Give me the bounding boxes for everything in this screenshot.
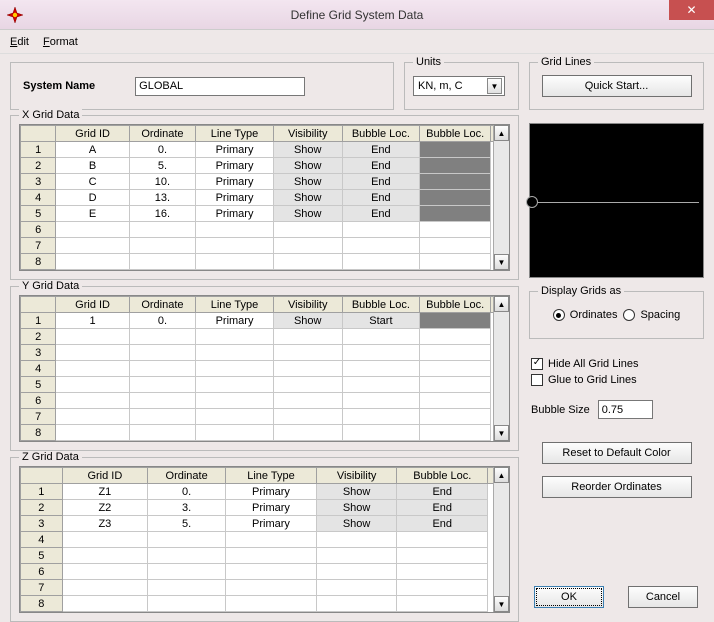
table-row[interactable]: 7 <box>21 580 509 596</box>
table-row[interactable]: 4 <box>21 361 509 377</box>
x-grid-table[interactable]: Grid IDOrdinateLine TypeVisibilityBubble… <box>20 125 509 270</box>
hide-all-label: Hide All Grid Lines <box>548 358 639 370</box>
units-select[interactable]: KN, m, C ▼ <box>413 76 505 96</box>
table-row[interactable]: 7 <box>21 409 509 425</box>
table-row[interactable]: 4D13.PrimaryShowEnd <box>21 190 509 206</box>
table-row[interactable]: 2Z23.PrimaryShowEnd <box>21 500 509 516</box>
dropdown-arrow-icon: ▼ <box>487 78 502 94</box>
table-row[interactable]: 8 <box>21 425 509 441</box>
z-grid-scrollbar[interactable]: ▲ ▼ <box>493 467 509 612</box>
table-row[interactable]: 7 <box>21 238 509 254</box>
table-row[interactable]: 110.PrimaryShowStart <box>21 313 509 329</box>
table-row[interactable]: 3C10.PrimaryShowEnd <box>21 174 509 190</box>
z-grid-legend: Z Grid Data <box>19 451 82 463</box>
y-grid-table-wrap: Grid IDOrdinateLine TypeVisibilityBubble… <box>19 295 510 442</box>
table-row[interactable]: 8 <box>21 254 509 270</box>
table-row[interactable]: 3 <box>21 345 509 361</box>
scroll-up-icon[interactable]: ▲ <box>494 125 509 141</box>
z-grid-table[interactable]: Grid IDOrdinateLine TypeVisibilityBubble… <box>20 467 509 612</box>
z-grid-table-wrap: Grid IDOrdinateLine TypeVisibilityBubble… <box>19 466 510 613</box>
reset-color-button[interactable]: Reset to Default Color <box>542 442 692 464</box>
scroll-down-icon[interactable]: ▼ <box>494 596 509 612</box>
table-row[interactable]: 1Z10.PrimaryShowEnd <box>21 484 509 500</box>
radio-ordinates[interactable]: Ordinates <box>553 309 618 321</box>
cancel-button[interactable]: Cancel <box>628 586 698 608</box>
scroll-up-icon[interactable]: ▲ <box>494 296 509 312</box>
menu-format[interactable]: Format <box>43 36 78 48</box>
x-grid-fieldset: X Grid Data Grid IDOrdinateLine TypeVisi… <box>10 115 519 280</box>
window-title: Define Grid System Data <box>291 8 424 22</box>
z-grid-fieldset: Z Grid Data Grid IDOrdinateLine TypeVisi… <box>10 457 519 622</box>
checkbox-icon <box>531 358 543 370</box>
table-row[interactable]: 5E16.PrimaryShowEnd <box>21 206 509 222</box>
glue-to-label: Glue to Grid Lines <box>548 374 637 386</box>
grid-preview <box>529 123 704 278</box>
glue-to-gridlines-checkbox[interactable]: Glue to Grid Lines <box>531 374 702 386</box>
y-grid-fieldset: Y Grid Data Grid IDOrdinateLine TypeVisi… <box>10 286 519 451</box>
gridlines-fieldset: Grid Lines Quick Start... <box>529 62 704 110</box>
preview-bubble-icon <box>526 196 538 208</box>
radio-icon <box>553 309 565 321</box>
reorder-ordinates-button[interactable]: Reorder Ordinates <box>542 476 692 498</box>
scroll-down-icon[interactable]: ▼ <box>494 254 509 270</box>
table-row[interactable]: 6 <box>21 393 509 409</box>
menubar: Edit Format <box>0 30 714 54</box>
system-name-row: System Name <box>10 62 394 110</box>
bubble-size-input[interactable] <box>598 400 653 419</box>
radio-spacing-label: Spacing <box>640 309 680 321</box>
hide-all-gridlines-checkbox[interactable]: Hide All Grid Lines <box>531 358 702 370</box>
radio-icon <box>623 309 635 321</box>
table-row[interactable]: 6 <box>21 564 509 580</box>
checkbox-icon <box>531 374 543 386</box>
units-fieldset: Units KN, m, C ▼ <box>404 62 519 110</box>
titlebar: Define Grid System Data ✕ <box>0 0 714 30</box>
quick-start-button[interactable]: Quick Start... <box>542 75 692 97</box>
x-grid-table-wrap: Grid IDOrdinateLine TypeVisibilityBubble… <box>19 124 510 271</box>
y-grid-table[interactable]: Grid IDOrdinateLine TypeVisibilityBubble… <box>20 296 509 441</box>
units-legend: Units <box>413 56 444 68</box>
scroll-down-icon[interactable]: ▼ <box>494 425 509 441</box>
table-row[interactable]: 1A0.PrimaryShowEnd <box>21 142 509 158</box>
app-icon <box>7 7 23 23</box>
bubble-size-label: Bubble Size <box>531 404 590 416</box>
table-row[interactable]: 2B5.PrimaryShowEnd <box>21 158 509 174</box>
table-row[interactable]: 5 <box>21 548 509 564</box>
x-grid-legend: X Grid Data <box>19 109 82 121</box>
units-value: KN, m, C <box>418 80 463 92</box>
radio-ordinates-label: Ordinates <box>570 309 618 321</box>
preview-line <box>534 202 699 203</box>
display-as-legend: Display Grids as <box>538 285 624 297</box>
ok-button[interactable]: OK <box>534 586 604 608</box>
scroll-up-icon[interactable]: ▲ <box>494 467 509 483</box>
table-row[interactable]: 5 <box>21 377 509 393</box>
table-row[interactable]: 6 <box>21 222 509 238</box>
table-row[interactable]: 3Z35.PrimaryShowEnd <box>21 516 509 532</box>
y-grid-legend: Y Grid Data <box>19 280 82 292</box>
gridlines-legend: Grid Lines <box>538 56 594 68</box>
y-grid-scrollbar[interactable]: ▲ ▼ <box>493 296 509 441</box>
x-grid-scrollbar[interactable]: ▲ ▼ <box>493 125 509 270</box>
table-row[interactable]: 8 <box>21 596 509 612</box>
close-button[interactable]: ✕ <box>669 0 714 20</box>
radio-spacing[interactable]: Spacing <box>623 309 680 321</box>
system-name-input[interactable] <box>135 77 305 96</box>
table-row[interactable]: 2 <box>21 329 509 345</box>
display-as-fieldset: Display Grids as Ordinates Spacing <box>529 291 704 339</box>
table-row[interactable]: 4 <box>21 532 509 548</box>
menu-edit[interactable]: Edit <box>10 36 29 48</box>
system-name-label: System Name <box>23 80 95 92</box>
